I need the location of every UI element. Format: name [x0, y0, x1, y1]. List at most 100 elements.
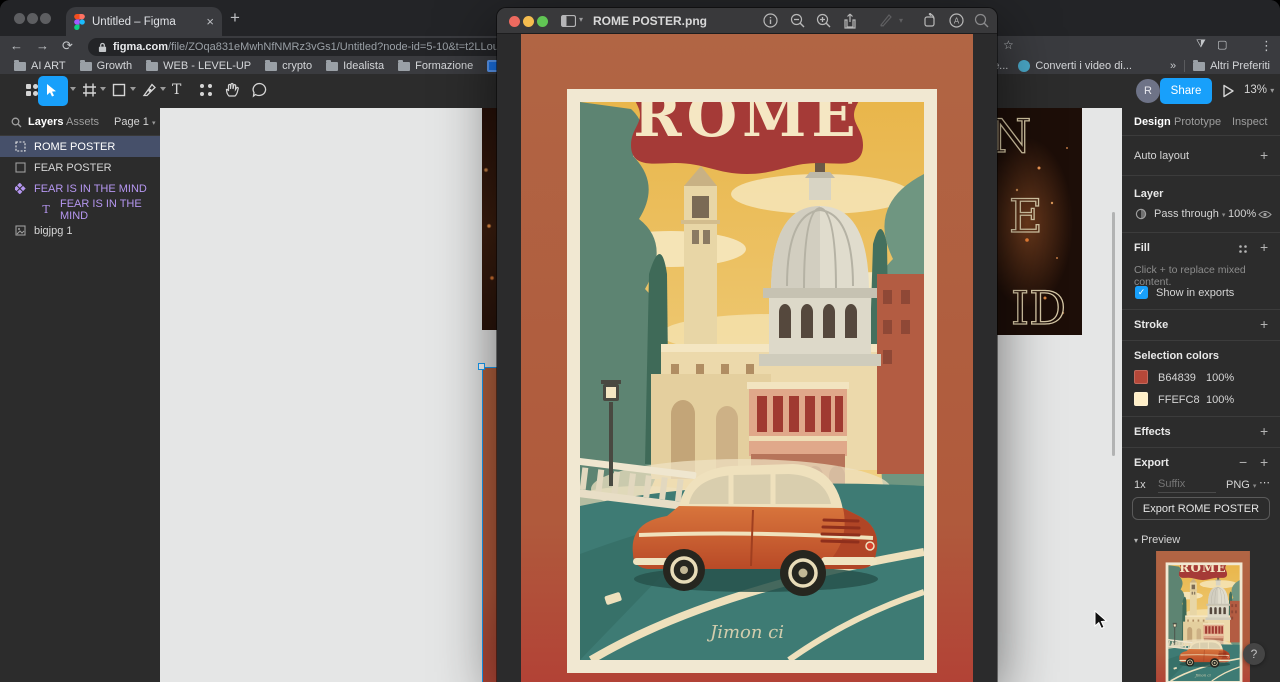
- color-hex[interactable]: B64839: [1158, 372, 1196, 384]
- svg-text:A: A: [954, 17, 960, 26]
- layer-row-rome-poster[interactable]: ROME POSTER: [0, 136, 160, 157]
- rotate-icon[interactable]: [923, 13, 938, 28]
- add-effect-icon[interactable]: +: [1260, 423, 1268, 439]
- pen-tool-icon[interactable]: [142, 81, 157, 99]
- chevron-down-icon[interactable]: [70, 87, 76, 91]
- help-button[interactable]: ?: [1243, 643, 1265, 665]
- add-export-icon[interactable]: +: [1260, 454, 1268, 470]
- export-suffix-input[interactable]: [1158, 476, 1216, 493]
- show-in-exports-checkbox[interactable]: ✓: [1135, 286, 1148, 299]
- chevron-down-icon[interactable]: ▾: [579, 15, 583, 24]
- bookmarks-overflow-icon[interactable]: »: [1170, 60, 1176, 72]
- add-fill-icon[interactable]: +: [1260, 239, 1268, 255]
- effects-section-label: Effects: [1134, 426, 1171, 438]
- hand-tool-icon[interactable]: [224, 81, 240, 99]
- tab-inspect[interactable]: Inspect: [1232, 116, 1267, 128]
- comment-tool-icon[interactable]: [251, 81, 268, 99]
- forward-icon[interactable]: →: [36, 38, 49, 53]
- bookmark-item[interactable]: WEB - LEVEL-UP: [146, 60, 251, 72]
- rome-poster-canvas-object-selected[interactable]: [482, 367, 497, 682]
- add-stroke-icon[interactable]: +: [1260, 316, 1268, 332]
- zoom-level-control[interactable]: 13% ▾: [1244, 84, 1274, 96]
- layer-row-image[interactable]: bigjpg 1: [0, 220, 160, 241]
- window-close-button[interactable]: [14, 13, 25, 24]
- blend-mode-icon[interactable]: [1135, 208, 1147, 220]
- export-format-select[interactable]: PNG ▾: [1226, 479, 1256, 491]
- shape-tool-icon[interactable]: [112, 81, 126, 99]
- text-tool-icon[interactable]: T: [172, 82, 181, 98]
- back-icon[interactable]: ←: [10, 38, 23, 53]
- add-auto-layout-icon[interactable]: +: [1260, 147, 1268, 163]
- remove-export-icon[interactable]: −: [1239, 454, 1247, 470]
- preview-window[interactable]: ▾ ROME POSTER.png ▾: [497, 8, 997, 682]
- collaborator-avatar[interactable]: R: [1136, 79, 1160, 103]
- fill-styles-icon[interactable]: [1238, 244, 1248, 254]
- extensions-puzzle-icon[interactable]: ⧩: [1196, 38, 1206, 51]
- tab-assets[interactable]: Assets: [66, 116, 99, 128]
- layer-row-text[interactable]: T FEAR IS IN THE MIND: [0, 199, 160, 220]
- chevron-down-icon[interactable]: [160, 87, 166, 91]
- zoom-out-icon[interactable]: [790, 13, 805, 28]
- preview-close-button[interactable]: [509, 16, 520, 27]
- search-icon[interactable]: [974, 13, 989, 28]
- present-play-icon[interactable]: [1222, 84, 1235, 98]
- bookmark-star-icon[interactable]: ☆: [1003, 38, 1014, 52]
- window-zoom-button[interactable]: [40, 13, 51, 24]
- export-scale[interactable]: 1x: [1134, 479, 1146, 491]
- other-bookmarks[interactable]: Altri Preferiti: [1193, 60, 1270, 72]
- zoom-in-icon[interactable]: [816, 13, 831, 28]
- bookmark-item[interactable]: Formazione: [398, 60, 473, 72]
- bookmark-item[interactable]: Growth: [80, 60, 132, 72]
- export-button[interactable]: Export ROME POSTER: [1132, 497, 1270, 520]
- chevron-down-icon-disabled: ▾: [899, 16, 903, 25]
- color-hex[interactable]: FFEFC8: [1158, 394, 1200, 406]
- frame-tool-icon[interactable]: [82, 81, 97, 99]
- new-tab-button[interactable]: +: [230, 8, 240, 28]
- blend-mode-select[interactable]: Pass through ▾: [1154, 208, 1225, 220]
- layer-row-fear-poster[interactable]: FEAR POSTER: [0, 157, 160, 178]
- browser-tab[interactable]: Untitled – Figma ×: [66, 7, 222, 36]
- tab-layers[interactable]: Layers: [28, 116, 63, 128]
- browser-menu-icon[interactable]: ⋮: [1260, 38, 1273, 54]
- fear-poster-canvas-object[interactable]: N E ID: [997, 108, 1082, 335]
- color-swatch-red[interactable]: [1134, 370, 1148, 384]
- resources-tool-icon[interactable]: [198, 81, 214, 99]
- bookmark-item[interactable]: crypto: [265, 60, 312, 72]
- selection-colors-label: Selection colors: [1134, 350, 1219, 362]
- split-window-icon[interactable]: ▢: [1217, 38, 1227, 51]
- chevron-down-icon[interactable]: [100, 87, 106, 91]
- export-options-icon[interactable]: ⋯: [1259, 476, 1271, 489]
- canvas-vertical-scrollbar[interactable]: [1112, 212, 1115, 456]
- markup-circle-icon[interactable]: A: [949, 13, 964, 28]
- visibility-eye-icon[interactable]: [1258, 210, 1272, 219]
- layer-opacity-field[interactable]: 100%: [1228, 208, 1256, 220]
- move-tool-selected[interactable]: [38, 76, 68, 106]
- fear-poster-left-edge[interactable]: [482, 108, 497, 330]
- preview-zoom-button[interactable]: [537, 16, 548, 27]
- page-selector[interactable]: Page 1 ▾: [114, 116, 155, 128]
- tab-prototype[interactable]: Prototype: [1174, 116, 1221, 128]
- layer-row-component[interactable]: FEAR IS IN THE MIND: [0, 178, 160, 199]
- window-minimize-button[interactable]: [27, 13, 38, 24]
- color-swatch-cream[interactable]: [1134, 392, 1148, 406]
- chevron-down-icon[interactable]: [130, 87, 136, 91]
- tab-close-icon[interactable]: ×: [206, 14, 214, 29]
- preview-section-header[interactable]: ▾ Preview: [1134, 534, 1180, 546]
- share-button[interactable]: Share: [1160, 78, 1212, 104]
- selection-corner-handle[interactable]: [478, 363, 485, 370]
- preview-titlebar[interactable]: ▾ ROME POSTER.png ▾: [497, 8, 997, 34]
- share-icon[interactable]: [843, 13, 857, 29]
- design-panel: Design Prototype Inspect Auto layout + L…: [1122, 108, 1280, 682]
- preview-minimize-button[interactable]: [523, 16, 534, 27]
- bookmark-item[interactable]: Converti i video di...: [1018, 60, 1132, 72]
- folder-icon: [14, 62, 26, 71]
- bookmark-item[interactable]: AI ART: [14, 60, 66, 72]
- bookmark-item[interactable]: Idealista: [326, 60, 384, 72]
- tab-design[interactable]: Design: [1134, 116, 1171, 128]
- reload-icon[interactable]: ⟳: [62, 38, 73, 54]
- search-icon[interactable]: [11, 117, 22, 128]
- color-opacity[interactable]: 100%: [1206, 372, 1234, 384]
- color-opacity[interactable]: 100%: [1206, 394, 1234, 406]
- info-icon[interactable]: [763, 13, 778, 28]
- sidebar-toggle-icon[interactable]: [561, 15, 576, 27]
